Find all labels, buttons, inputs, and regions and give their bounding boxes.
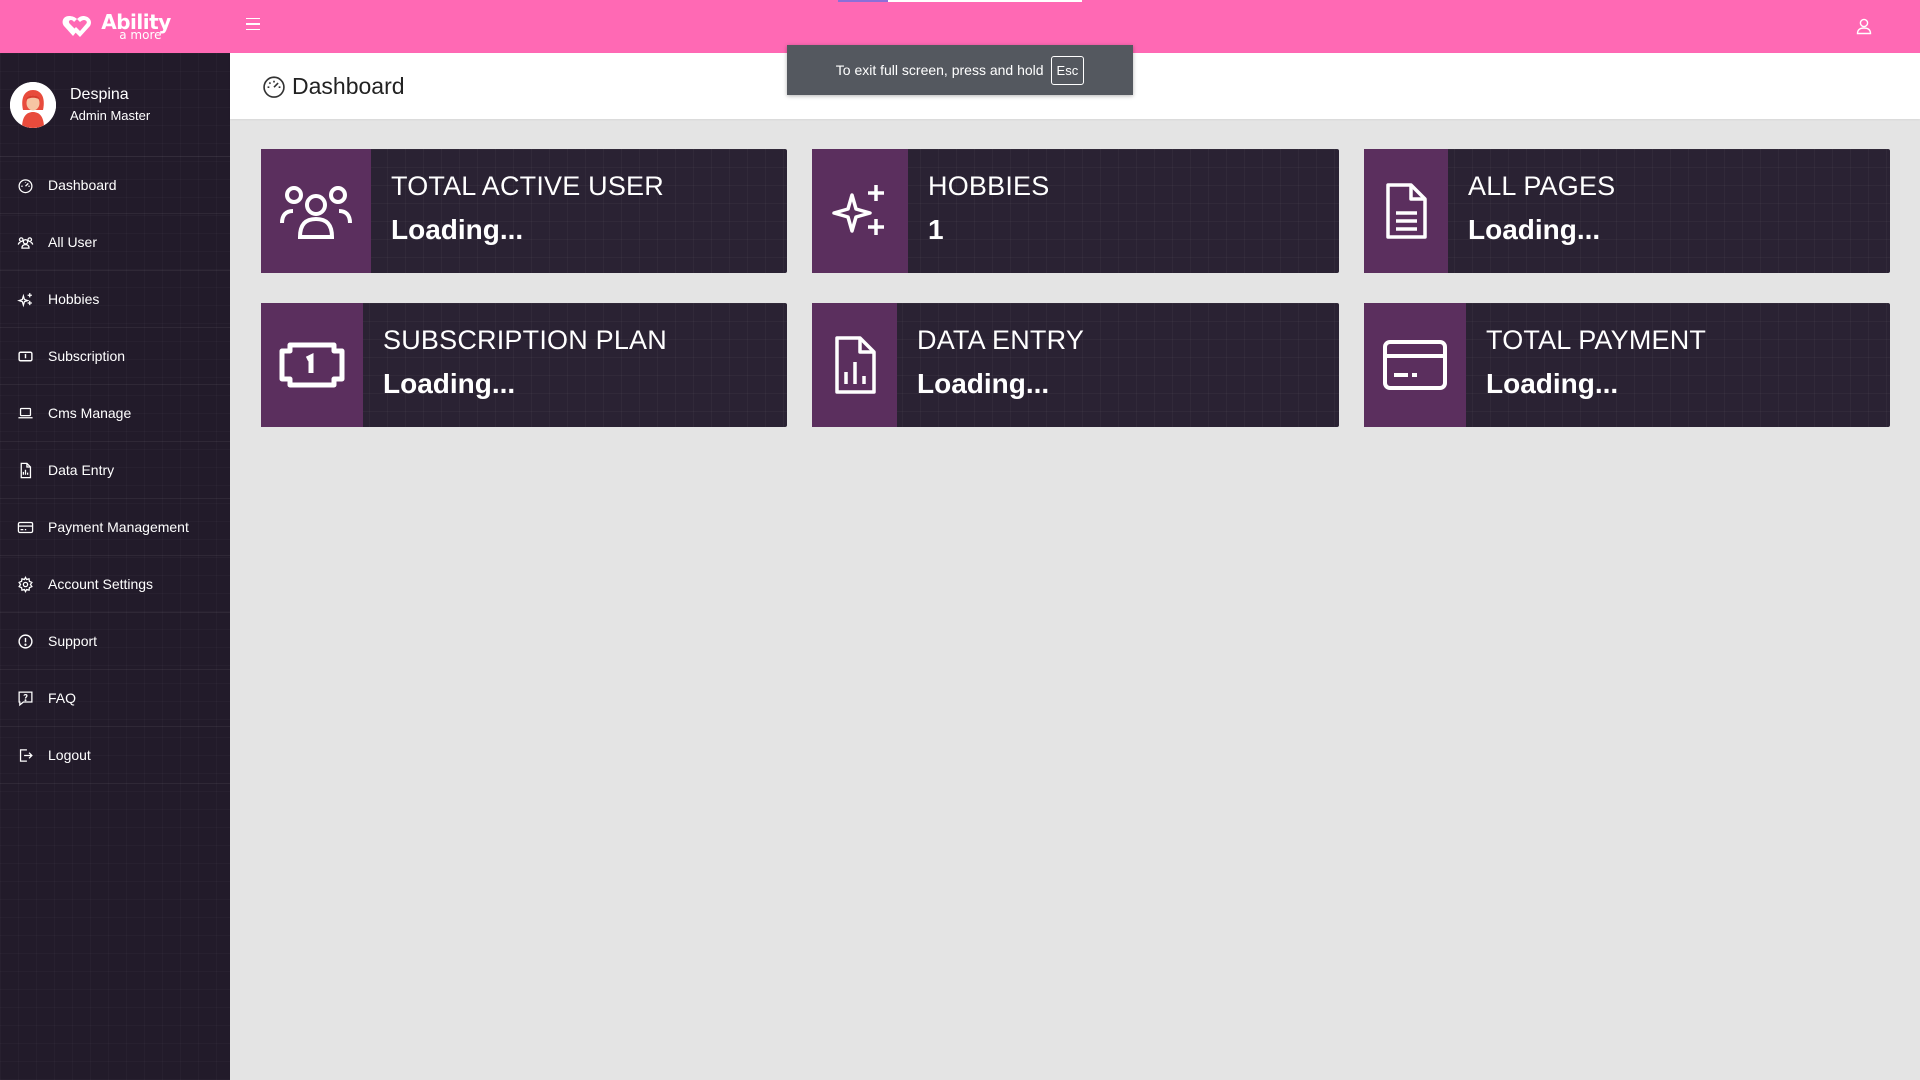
sidebar-item-label: Hobbies (48, 291, 100, 307)
document-icon (1386, 183, 1427, 239)
sidebar-item-label: Dashboard (48, 177, 117, 193)
card-icon-box (812, 303, 897, 427)
card-label: ALL PAGES (1468, 171, 1616, 201)
sidebar-item-faq[interactable]: FAQ (0, 670, 230, 727)
card-value: Loading... (383, 368, 516, 399)
profile-role: Admin Master (70, 108, 151, 123)
card-label: HOBBIES (928, 171, 1050, 201)
stat-card-total-active-user[interactable]: TOTAL ACTIVE USER Loading... (261, 149, 787, 273)
sidebar: Despina Admin Master Dashboard All User … (0, 53, 230, 1080)
laptop-icon (18, 407, 33, 418)
sidebar-item-label: Support (48, 633, 98, 649)
menu-toggle-button[interactable] (246, 14, 266, 34)
sidebar-item-hobbies[interactable]: Hobbies (0, 271, 230, 328)
logo-text: Ability a more (101, 12, 171, 41)
info-icon (18, 633, 33, 649)
hamburger-line (246, 28, 260, 31)
sidebar-item-logout[interactable]: Logout (0, 727, 230, 784)
page-load-progress (838, 0, 1082, 2)
sidebar-item-support[interactable]: Support (0, 613, 230, 670)
sidebar-item-payment-management[interactable]: Payment Management (0, 499, 230, 556)
hamburger-icon (246, 17, 260, 20)
app-logo[interactable]: Ability a more (0, 0, 230, 53)
sparkles-icon (17, 292, 32, 307)
card-label: TOTAL ACTIVE USER (391, 171, 664, 201)
sidebar-item-cms-manage[interactable]: Cms Manage (0, 385, 230, 442)
fullscreen-notice-text: To exit full screen, press and hold (835, 62, 1044, 78)
file-chart-icon (20, 462, 32, 478)
stat-card-all-pages[interactable]: ALL PAGES Loading... (1364, 149, 1890, 273)
gear-icon (18, 575, 33, 593)
card-icon-box (812, 149, 908, 273)
sidebar-item-label: Account Settings (48, 576, 154, 592)
card-icon-box (1364, 149, 1448, 273)
card-value: Loading... (391, 214, 524, 245)
avatar (10, 81, 56, 128)
chat-question-icon (18, 690, 33, 706)
money-icon (18, 351, 33, 361)
hamburger-line (246, 23, 260, 25)
sidebar-item-label: Payment Management (48, 519, 189, 535)
sidebar-item-label: Logout (48, 747, 91, 763)
sidebar-item-label: FAQ (48, 690, 77, 706)
logout-icon (19, 748, 33, 762)
sidebar-item-label: Subscription (48, 348, 126, 364)
stat-card-hobbies[interactable]: HOBBIES 1 (812, 149, 1339, 273)
logo-heart-icon (62, 15, 92, 37)
sidebar-item-label: Data Entry (48, 462, 115, 478)
sidebar-item-label: Cms Manage (48, 405, 132, 421)
dashboard-icon (18, 178, 33, 193)
esc-key-hint: Esc (1050, 55, 1085, 85)
fullscreen-notice: To exit full screen, press and hold Esc (787, 45, 1133, 95)
credit-card-icon (1383, 340, 1447, 390)
sidebar-item-data-entry[interactable]: Data Entry (0, 442, 230, 499)
user-profile[interactable]: Despina Admin Master (0, 53, 230, 157)
sidebar-item-all-user[interactable]: All User (0, 214, 230, 271)
card-icon-box (261, 303, 363, 427)
card-value: Loading... (1486, 368, 1619, 399)
card-label: DATA ENTRY (917, 325, 1085, 355)
sidebar-item-label: All User (48, 234, 98, 250)
card-icon-box (1364, 303, 1466, 427)
card-value: 1 (928, 214, 944, 245)
dashboard-icon (263, 76, 285, 98)
avatar-image (10, 81, 56, 128)
card-label: TOTAL PAYMENT (1486, 325, 1707, 355)
sidebar-item-dashboard[interactable]: Dashboard (0, 157, 230, 214)
card-value: Loading... (917, 368, 1050, 399)
sidebar-item-subscription[interactable]: Subscription (0, 328, 230, 385)
stat-card-subscription-plan[interactable]: SUBSCRIPTION PLAN Loading... (261, 303, 787, 427)
card-value: Loading... (1468, 214, 1601, 245)
page-title: Dashboard (292, 72, 405, 99)
users-icon (17, 236, 34, 249)
users-icon (280, 186, 352, 239)
user-icon (1856, 18, 1872, 35)
sparkles-icon (832, 185, 884, 235)
card-icon-box (261, 149, 371, 273)
stat-card-total-payment[interactable]: TOTAL PAYMENT Loading... (1364, 303, 1890, 427)
money-icon (279, 342, 345, 388)
stat-card-data-entry[interactable]: DATA ENTRY Loading... (812, 303, 1339, 427)
sidebar-nav: Dashboard All User Hobbies Subscription … (0, 157, 230, 784)
file-chart-icon (834, 336, 876, 394)
card-label: SUBSCRIPTION PLAN (383, 325, 667, 355)
sidebar-item-account-settings[interactable]: Account Settings (0, 556, 230, 613)
user-menu-button[interactable] (1852, 14, 1876, 38)
credit-card-icon (17, 521, 34, 533)
profile-name: Despina (70, 86, 129, 103)
